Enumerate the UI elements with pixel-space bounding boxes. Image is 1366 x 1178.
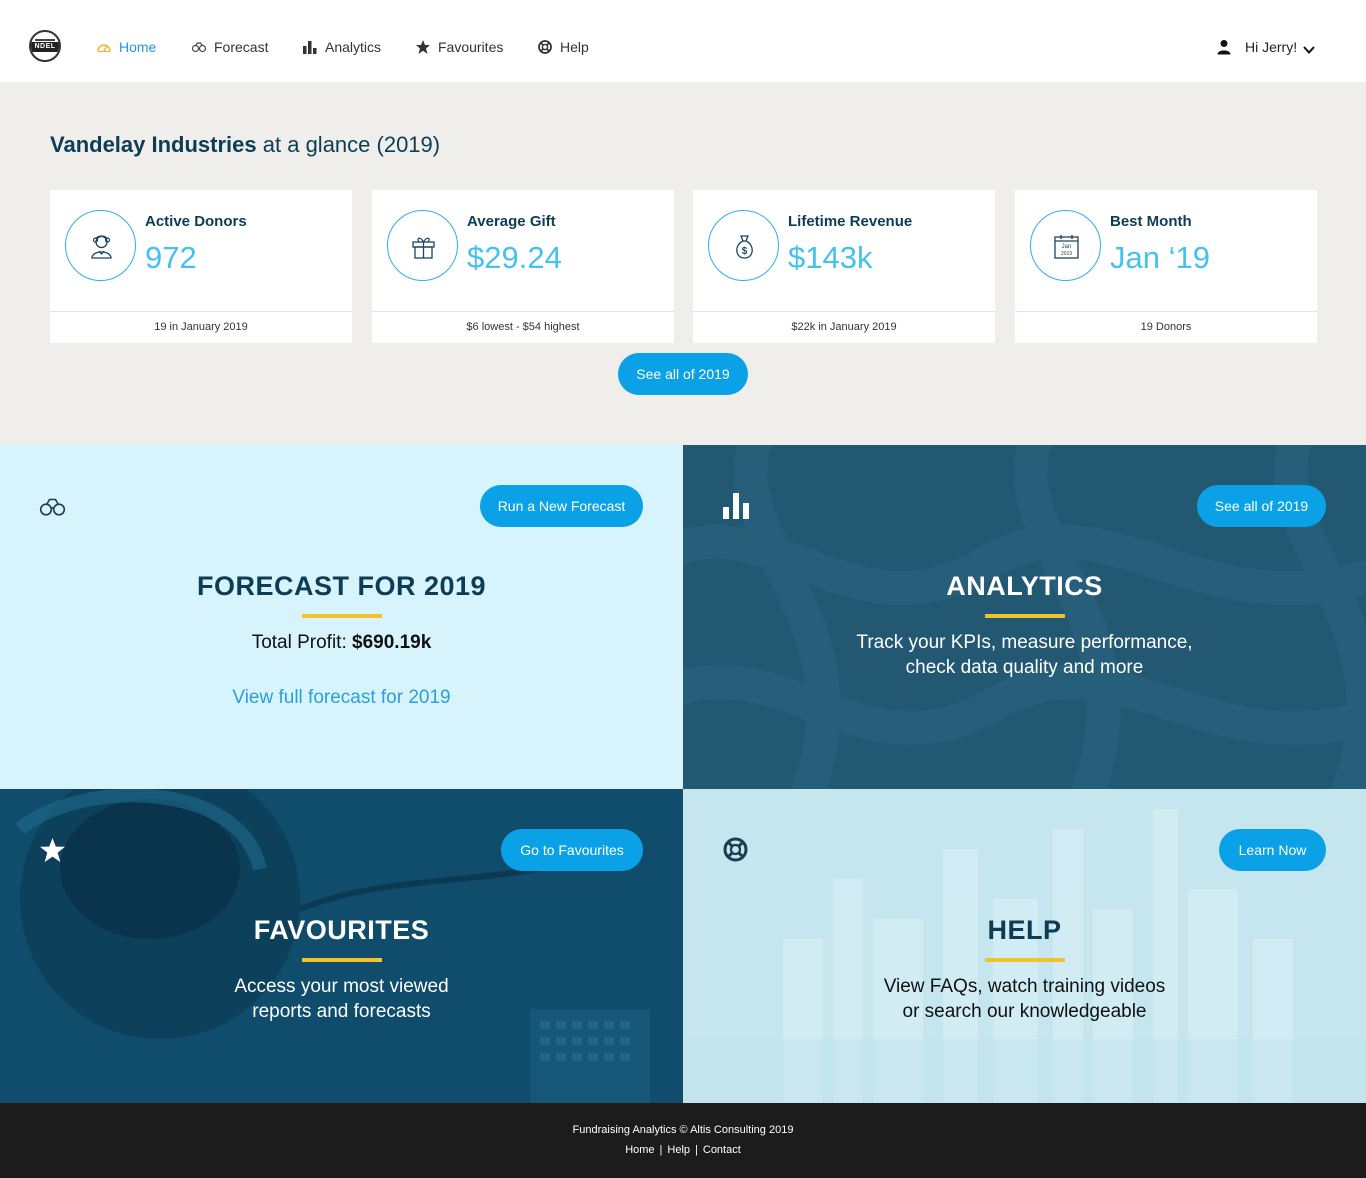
nav-analytics-label: Analytics <box>325 39 382 55</box>
nav-favourites-label: Favourites <box>438 39 504 55</box>
help-description-line1: View FAQs, watch training videos <box>883 976 1166 997</box>
kpi-card-average-gift: Average Gift $29.24 $6 lowest - $54 high… <box>372 190 674 343</box>
favourites-description-line2: reports and forecasts <box>252 1001 431 1022</box>
favourites-panel: Go to Favourites FAVOURITES Access your … <box>0 789 683 1103</box>
nav-analytics[interactable]: Analytics <box>302 36 381 58</box>
star-icon <box>415 39 431 55</box>
kpi-value: Jan ‘19 <box>1110 240 1210 275</box>
see-all-2019-analytics-button[interactable]: See all of 2019 <box>1197 485 1326 527</box>
gift-icon <box>387 210 458 281</box>
star-icon <box>39 837 66 868</box>
nav-forecast-label: Forecast <box>214 39 269 55</box>
page-title: Vandelay Industries at a glance (2019) <box>50 132 440 158</box>
chevron-down-icon <box>1303 42 1315 54</box>
kpi-value: $29.24 <box>467 240 562 275</box>
kpi-label: Active Donors <box>145 213 247 230</box>
total-profit-label: Total Profit: <box>251 632 347 653</box>
kpi-value: 972 <box>145 240 197 275</box>
total-profit: Total Profit: $690.19k <box>0 630 683 655</box>
footer-separator: | <box>695 1144 698 1156</box>
see-all-2019-button[interactable]: See all of 2019 <box>618 353 748 395</box>
footer-copyright: Fundraising Analytics © Altis Consulting… <box>572 1124 794 1136</box>
view-full-forecast-link[interactable]: View full forecast for 2019 <box>0 685 683 710</box>
nav-home[interactable]: Home <box>96 36 156 58</box>
footer-separator: | <box>659 1144 663 1156</box>
glance-section: Vandelay Industries at a glance (2019) A… <box>0 82 1366 445</box>
title-underline <box>302 614 382 618</box>
lifebuoy-icon <box>723 837 748 867</box>
user-greeting: Hi Jerry! <box>1245 39 1298 55</box>
company-name: Vandelay Industries <box>50 132 257 157</box>
kpi-card-lifetime-revenue: $ Lifetime Revenue $143k $22k in January… <box>693 190 995 343</box>
logo-text: NDEL <box>31 42 59 52</box>
title-underline <box>985 958 1065 962</box>
analytics-panel: See all of 2019 ANALYTICS Track your KPI… <box>683 445 1366 789</box>
kpi-label: Best Month <box>1110 213 1192 230</box>
top-navbar: NDEL Home Forecast Analytics Favourites … <box>0 0 1366 82</box>
bar-chart-icon <box>302 39 318 55</box>
kpi-footer: $22k in January 2019 <box>693 311 995 343</box>
calendar-month: Jan <box>1062 244 1072 250</box>
kpi-card-best-month: Jan 2019 Best Month Jan ‘19 19 Donors <box>1015 190 1317 343</box>
nav-forecast[interactable]: Forecast <box>191 36 268 58</box>
footer-link-help[interactable]: Help <box>667 1144 690 1156</box>
analytics-description-line2: check data quality and more <box>905 657 1144 678</box>
footer-link-home[interactable]: Home <box>625 1144 654 1156</box>
user-menu[interactable]: Hi Jerry! <box>1217 36 1315 58</box>
help-panel: Learn Now HELP View FAQs, watch training… <box>683 789 1366 1103</box>
analytics-title: ANALYTICS <box>946 571 1103 601</box>
analytics-description-line1: Track your KPIs, measure performance, <box>856 632 1193 653</box>
kpi-footer: 19 Donors <box>1015 311 1317 343</box>
kpi-label: Average Gift <box>467 213 556 230</box>
kpi-footer: 19 in January 2019 <box>50 311 352 343</box>
title-underline <box>985 614 1065 618</box>
nav-help-label: Help <box>560 39 589 55</box>
run-new-forecast-button[interactable]: Run a New Forecast <box>480 485 643 527</box>
footer-links: Home | Help | Contact <box>0 1144 1366 1156</box>
kpi-label: Lifetime Revenue <box>788 213 913 230</box>
favourites-description-line1: Access your most viewed <box>234 976 449 997</box>
donor-icon <box>65 210 136 281</box>
footer-link-contact[interactable]: Contact <box>703 1144 741 1156</box>
learn-now-button[interactable]: Learn Now <box>1219 829 1326 871</box>
money-bag-icon: $ <box>708 210 779 281</box>
user-icon <box>1217 39 1231 55</box>
kpi-footer: $6 lowest - $54 highest <box>372 311 674 343</box>
binoculars-icon <box>191 39 207 55</box>
calendar-icon: Jan 2019 <box>1030 210 1101 281</box>
binoculars-icon <box>39 498 66 521</box>
favourites-title: FAVOURITES <box>253 915 430 945</box>
company-logo[interactable]: NDEL <box>29 30 61 62</box>
go-to-favourites-button[interactable]: Go to Favourites <box>501 829 643 871</box>
title-underline <box>302 958 382 962</box>
lifebuoy-icon <box>537 39 553 55</box>
help-description-line2: or search our knowledgeable <box>902 1001 1147 1022</box>
kpi-card-active-donors: Active Donors 972 19 in January 2019 <box>50 190 352 343</box>
kpi-value: $143k <box>788 240 873 275</box>
calendar-year: 2019 <box>1061 251 1072 257</box>
forecast-panel: Run a New Forecast FORECAST FOR 2019 Tot… <box>0 445 683 789</box>
title-suffix: at a glance (2019) <box>262 132 441 157</box>
footer: Fundraising Analytics © Altis Consulting… <box>0 1103 1366 1178</box>
svg-text:$: $ <box>742 246 748 257</box>
nav-favourites[interactable]: Favourites <box>415 36 503 58</box>
help-title: HELP <box>987 915 1062 945</box>
total-profit-value: $690.19k <box>352 632 432 653</box>
gauge-icon <box>96 39 112 55</box>
forecast-title: FORECAST FOR 2019 <box>196 571 487 601</box>
bar-chart-icon <box>723 493 749 524</box>
nav-home-label: Home <box>119 39 157 55</box>
nav-help[interactable]: Help <box>537 36 589 58</box>
